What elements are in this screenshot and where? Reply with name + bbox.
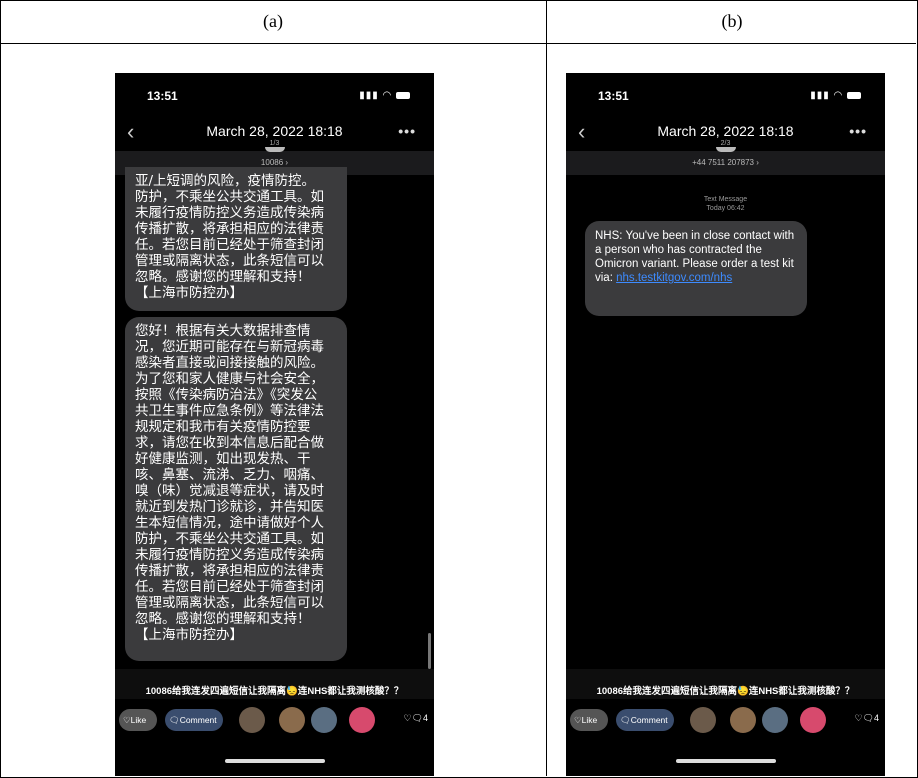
sender-bar[interactable]: +44 7511 207873 ›: [566, 151, 885, 175]
message-timestamp: Text Message Today 06:42: [566, 195, 885, 213]
comment-button[interactable]: 🗨Comment: [165, 709, 223, 731]
reaction-counts: ♡🗨4: [403, 713, 429, 723]
more-options-icon[interactable]: •••: [398, 123, 416, 139]
message-link[interactable]: nhs.testkitgov.com/nhs: [616, 272, 732, 284]
signal-icon: ▮▮▮: [810, 90, 830, 101]
reaction-counts: ♡🗨4: [854, 713, 880, 723]
reaction-bar: ♡Like 🗨Comment ♡🗨4: [566, 703, 885, 743]
message-time: Today 06:42: [706, 205, 745, 212]
avatar-icon[interactable]: [311, 707, 337, 733]
comment-button[interactable]: 🗨Comment: [616, 709, 674, 731]
phone-screenshot-b: 13:51 ▮▮▮ ◠ ‹ March 28, 2022 18:18 2/3 •…: [566, 73, 885, 776]
post-caption: 10086给我连发四遍短信让我隔离😓连NHS都让我测核酸？？: [596, 686, 855, 697]
signal-icon: ▮▮▮: [359, 90, 379, 101]
status-bar: 13:51 ▮▮▮ ◠: [115, 89, 434, 105]
music-icon[interactable]: [800, 707, 826, 733]
avatar: [265, 147, 285, 152]
panel-b-label: (b): [721, 11, 743, 31]
avatar-icon[interactable]: [730, 707, 756, 733]
page-indicator: 2/3: [720, 140, 731, 147]
reaction-icon[interactable]: [239, 707, 265, 733]
message-bubble: NHS: You've been in close contact with a…: [585, 221, 807, 316]
scrollbar[interactable]: [428, 633, 431, 669]
panel-a-label: (a): [263, 11, 283, 31]
status-time: 13:51: [147, 89, 178, 103]
message-type: Text Message: [703, 196, 748, 203]
table-header-divider: [0, 43, 916, 44]
post-caption: 10086给我连发四遍短信让我隔离😓连NHS都让我测核酸？？: [145, 686, 404, 697]
more-options-icon[interactable]: •••: [849, 123, 867, 139]
nav-title: March 28, 2022 18:18: [206, 123, 343, 139]
avatar-icon[interactable]: [279, 707, 305, 733]
phone-screenshot-a: 13:51 ▮▮▮ ◠ ‹ March 28, 2022 18:18 1/3 •…: [115, 73, 434, 776]
wifi-icon: ◠: [833, 90, 844, 101]
reaction-bar: ♡Like 🗨Comment ♡🗨4: [115, 703, 434, 743]
like-button[interactable]: ♡Like: [119, 709, 157, 731]
status-icons: ▮▮▮ ◠: [810, 90, 861, 101]
message-bubble: 亚/上短调的风险，疫情防控。 防护，不乘坐公共交通工具。如 未履行疫情防控义务造…: [125, 167, 347, 311]
avatar-icon[interactable]: [762, 707, 788, 733]
nav-title: March 28, 2022 18:18: [657, 123, 794, 139]
status-bar: 13:51 ▮▮▮ ◠: [566, 89, 885, 105]
battery-icon: [847, 91, 861, 99]
status-time: 13:51: [598, 89, 629, 103]
home-indicator: [676, 759, 776, 763]
music-icon[interactable]: [349, 707, 375, 733]
page-indicator: 1/3: [269, 140, 280, 147]
status-icons: ▮▮▮ ◠: [359, 90, 410, 101]
like-button[interactable]: ♡Like: [570, 709, 608, 731]
avatar: [716, 147, 736, 152]
wifi-icon: ◠: [382, 90, 393, 101]
home-indicator: [225, 759, 325, 763]
battery-icon: [396, 91, 410, 99]
message-bubble: 您好！根据有关大数据排查情 况，您近期可能存在与新冠病毒 感染者直接或间接接触的…: [125, 317, 347, 661]
reaction-icon[interactable]: [690, 707, 716, 733]
table-column-divider: [546, 0, 547, 776]
